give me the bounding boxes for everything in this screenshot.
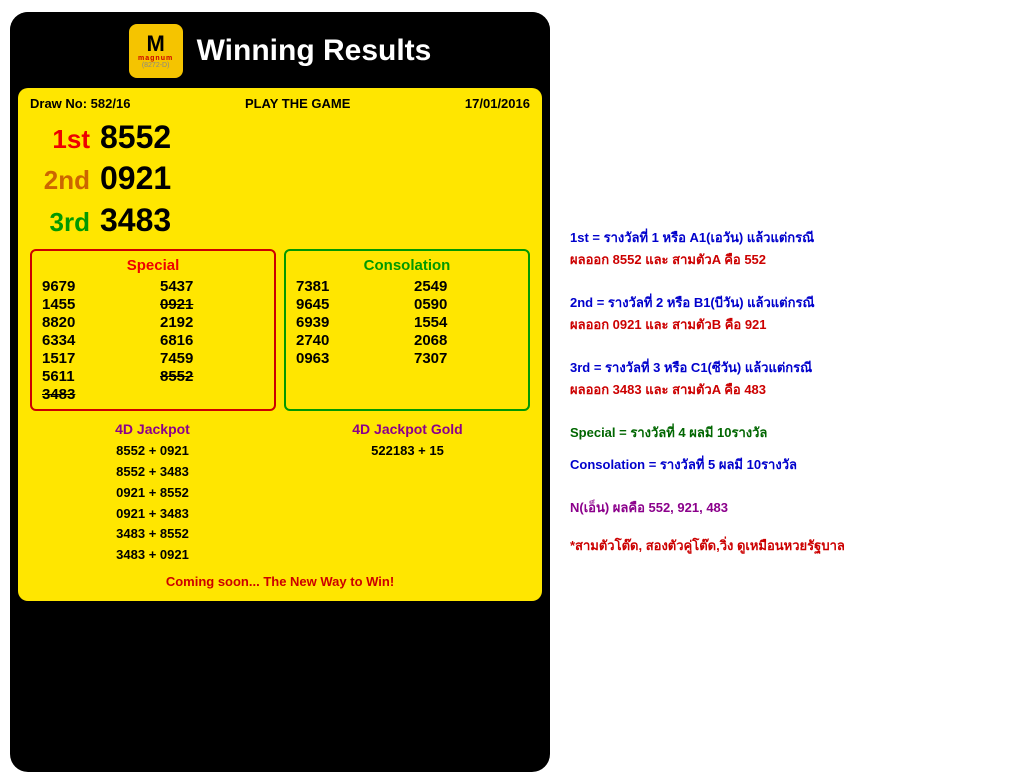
- ann-n-section: N(เอ็น) ผลคือ 552, 921, 483: [570, 498, 1004, 520]
- annotations-panel: 1st = รางวัลที่ 1 หรือ A1(เอวัน) แล้วแต่…: [550, 228, 1014, 555]
- jc-2: 8552 + 3483: [30, 462, 275, 483]
- cs-6: 1554: [414, 314, 518, 331]
- first-place-row: 1st 8552: [30, 117, 530, 159]
- draw-number: Draw No: 582/16: [30, 96, 130, 111]
- sp-12: 8552: [160, 368, 264, 385]
- ann-line5: 3rd = รางวัลที่ 3 หรือ C1(ซีวัน) แล้วแต่…: [570, 358, 1004, 378]
- logo-sub-text: (8272-D): [142, 62, 170, 69]
- sp-6: 2192: [160, 314, 264, 331]
- sp-4: 0921: [160, 296, 264, 313]
- jackpot-title: 4D Jackpot: [30, 421, 275, 437]
- jackpot-combinations: 8552 + 0921 8552 + 3483 0921 + 8552 0921…: [30, 441, 275, 566]
- coming-soon-text: Coming soon... The New Way to Win!: [30, 574, 530, 589]
- ann-line1: 1st = รางวัลที่ 1 หรือ A1(เอวัน) แล้วแต่…: [570, 228, 1004, 248]
- cs-10: 7307: [414, 350, 518, 367]
- special-title: Special: [42, 257, 264, 274]
- first-rank-label: 1st: [30, 123, 90, 157]
- draw-date: 17/01/2016: [465, 96, 530, 111]
- first-rank-number: 8552: [100, 117, 171, 159]
- cs-1: 7381: [296, 278, 400, 295]
- special-consolation-section: Special 9679 5437 1455 0921 8820 2192 63…: [30, 249, 530, 411]
- sp-13: 3483: [42, 386, 146, 403]
- jc-3: 0921 + 8552: [30, 483, 275, 504]
- jackpot-gold: 4D Jackpot Gold 522183 + 15: [285, 421, 530, 566]
- ann-line6: ผลออก 3483 และ สามตัวA คือ 483: [570, 380, 1004, 400]
- sp-14: [160, 386, 264, 403]
- cs-3: 9645: [296, 296, 400, 313]
- ann-1st-section: 1st = รางวัลที่ 1 หรือ A1(เอวัน) แล้วแต่…: [570, 228, 1004, 271]
- consolation-title: Consolation: [296, 257, 518, 274]
- jc-1: 8552 + 0921: [30, 441, 275, 462]
- jc-6: 3483 + 0921: [30, 545, 275, 566]
- jackpot-gold-value: 522183 + 15: [285, 441, 530, 462]
- sp-1: 9679: [42, 278, 146, 295]
- ann-special-section: Special = รางวัลที่ 4 ผลมี 10รางวัล: [570, 423, 1004, 445]
- cs-5: 6939: [296, 314, 400, 331]
- sp-2: 5437: [160, 278, 264, 295]
- ann-line9: N(เอ็น) ผลคือ 552, 921, 483: [570, 498, 1004, 518]
- sp-11: 5611: [42, 368, 146, 385]
- main-results: 1st 8552 2nd 0921 3rd 3483: [30, 117, 530, 242]
- jackpot-gold-title: 4D Jackpot Gold: [285, 421, 530, 437]
- special-numbers: 9679 5437 1455 0921 8820 2192 6334 6816 …: [42, 278, 264, 403]
- logo-m-letter: M: [146, 33, 164, 55]
- consolation-numbers: 7381 2549 9645 0590 6939 1554 2740 2068 …: [296, 278, 518, 367]
- ann-line7: Special = รางวัลที่ 4 ผลมี 10รางวัล: [570, 423, 1004, 443]
- sp-8: 6816: [160, 332, 264, 349]
- second-place-row: 2nd 0921: [30, 158, 530, 200]
- ann-2nd-section: 2nd = รางวัลที่ 2 หรือ B1(บีวัน) แล้วแต่…: [570, 293, 1004, 336]
- jackpot-4d: 4D Jackpot 8552 + 0921 8552 + 3483 0921 …: [30, 421, 275, 566]
- ann-consolation-section: Consolation = รางวัลที่ 5 ผลมี 10รางวัล: [570, 455, 1004, 477]
- ann-bottom: *สามตัวโต๊ด, สองตัวคู่โต๊ด,วิ่ง ดูเหมือน…: [570, 536, 1004, 556]
- cs-7: 2740: [296, 332, 400, 349]
- sp-9: 1517: [42, 350, 146, 367]
- sp-3: 1455: [42, 296, 146, 313]
- third-place-row: 3rd 3483: [30, 200, 530, 242]
- ann-3rd-section: 3rd = รางวัลที่ 3 หรือ C1(ซีวัน) แล้วแต่…: [570, 358, 1004, 401]
- second-rank-number: 0921: [100, 158, 171, 200]
- ann-line4: ผลออก 0921 และ สามตัวB คือ 921: [570, 315, 1004, 335]
- card-body: Draw No: 582/16 PLAY THE GAME 17/01/2016…: [18, 88, 542, 602]
- jc-5: 3483 + 8552: [30, 524, 275, 545]
- magnum-logo: M magnum (8272-D): [129, 24, 183, 78]
- ann-line3: 2nd = รางวัลที่ 2 หรือ B1(บีวัน) แล้วแต่…: [570, 293, 1004, 313]
- play-label: PLAY THE GAME: [245, 96, 350, 111]
- cs-4: 0590: [414, 296, 518, 313]
- page-title: Winning Results: [197, 34, 432, 68]
- cs-9: 0963: [296, 350, 400, 367]
- special-box: Special 9679 5437 1455 0921 8820 2192 63…: [30, 249, 276, 411]
- lottery-card: M magnum (8272-D) Winning Results Draw N…: [10, 12, 550, 772]
- cs-8: 2068: [414, 332, 518, 349]
- cs-2: 2549: [414, 278, 518, 295]
- sp-10: 7459: [160, 350, 264, 367]
- third-rank-label: 3rd: [30, 206, 90, 240]
- sp-5: 8820: [42, 314, 146, 331]
- consolation-box: Consolation 7381 2549 9645 0590 6939 155…: [284, 249, 530, 411]
- ann-line8: Consolation = รางวัลที่ 5 ผลมี 10รางวัล: [570, 455, 1004, 475]
- draw-info: Draw No: 582/16 PLAY THE GAME 17/01/2016: [30, 96, 530, 111]
- sp-7: 6334: [42, 332, 146, 349]
- jackpot-section: 4D Jackpot 8552 + 0921 8552 + 3483 0921 …: [30, 421, 530, 566]
- ann-line2: ผลออก 8552 และ สามตัวA คือ 552: [570, 250, 1004, 270]
- logo-magnum-text: magnum: [138, 55, 173, 62]
- jc-4: 0921 + 3483: [30, 504, 275, 525]
- card-header: M magnum (8272-D) Winning Results: [10, 12, 550, 88]
- third-rank-number: 3483: [100, 200, 171, 242]
- second-rank-label: 2nd: [30, 164, 90, 198]
